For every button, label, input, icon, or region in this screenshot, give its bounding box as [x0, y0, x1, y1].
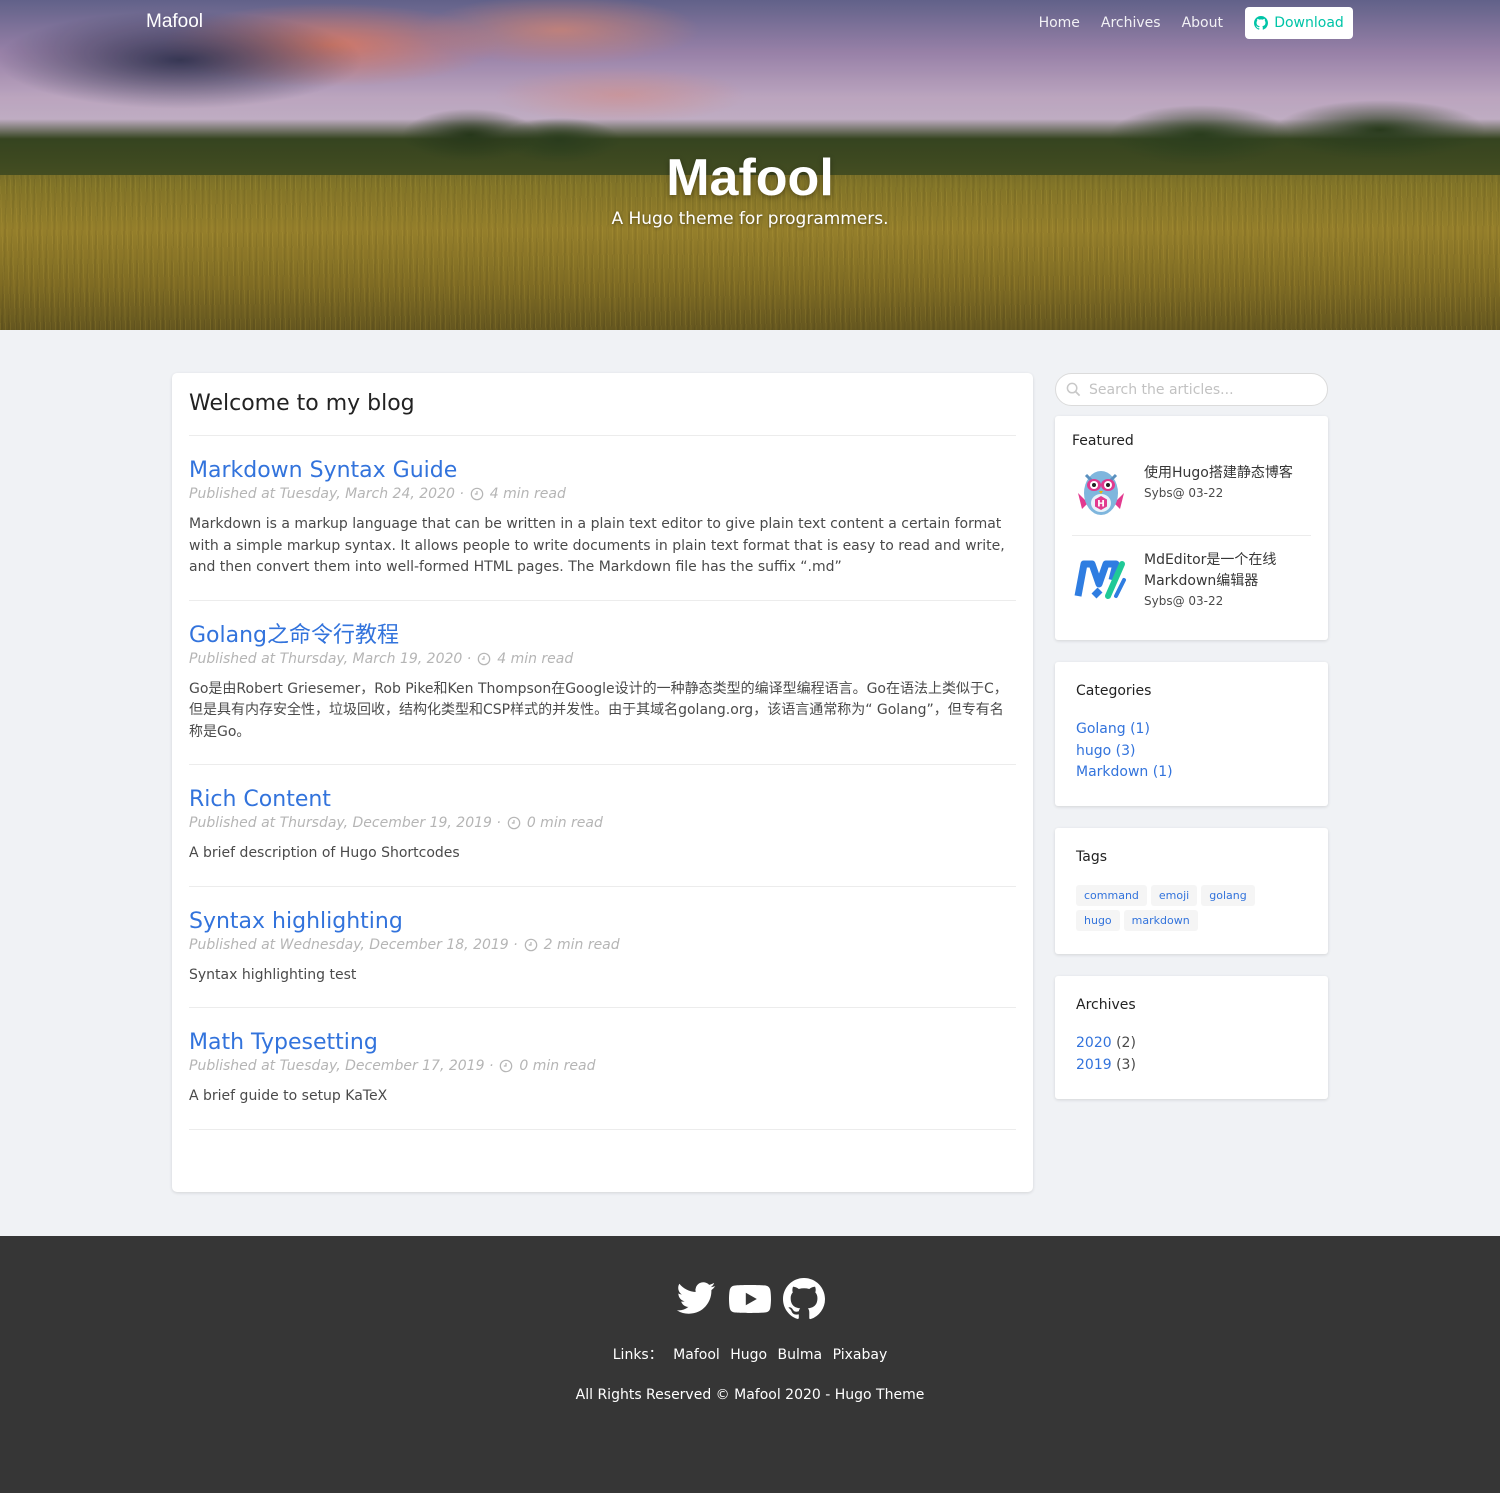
post-title-link[interactable]: Math Typesetting: [189, 1030, 1016, 1056]
nav-link-archives[interactable]: Archives: [1101, 15, 1161, 31]
post-date: Published at Wednesday, December 18, 201…: [189, 936, 518, 953]
tag-pill[interactable]: markdown: [1123, 910, 1198, 931]
footer-link[interactable]: Hugo: [730, 1347, 767, 1363]
search-input[interactable]: [1089, 381, 1309, 398]
social-links: [0, 1278, 1500, 1320]
post-item: Math Typesetting Published at Tuesday, D…: [189, 1008, 1016, 1130]
top-navbar: Mafool Home Archives About Download: [0, 0, 1500, 46]
archive-year-link[interactable]: 2019: [1076, 1057, 1112, 1073]
post-excerpt: A brief guide to setup KaTeX: [189, 1088, 388, 1104]
post-item: Markdown Syntax Guide Published at Tuesd…: [189, 436, 1016, 601]
post-list-card: Welcome to my blog Markdown Syntax Guide…: [172, 373, 1033, 1192]
post-meta: Published at Thursday, March 19, 2020 · …: [189, 651, 1016, 667]
featured-title: Featured: [1072, 433, 1134, 449]
clock-icon: [500, 1059, 513, 1073]
post-item: Rich Content Published at Thursday, Dece…: [189, 765, 1016, 887]
search-icon: [1066, 382, 1081, 397]
category-link[interactable]: hugo (3): [1076, 741, 1307, 763]
twitter-icon[interactable]: [674, 1278, 718, 1320]
hero-banner: Mafool Home Archives About Download Mafo…: [0, 0, 1500, 330]
post-meta: Published at Wednesday, December 18, 201…: [189, 937, 1016, 953]
post-title-link[interactable]: Syntax highlighting: [189, 909, 1016, 935]
post-meta: Published at Tuesday, December 17, 2019 …: [189, 1058, 1016, 1074]
github-icon: [1254, 16, 1269, 30]
tag-cloud: command emoji golang hugo markdown: [1076, 885, 1296, 931]
archive-year-link[interactable]: 2020: [1076, 1035, 1112, 1051]
hero-subtitle: A Hugo theme for programmers.: [611, 209, 889, 229]
post-date: Published at Thursday, December 19, 2019…: [189, 815, 501, 831]
post-read-time: 0 min read: [526, 815, 603, 831]
nav-links: Home Archives About: [1039, 15, 1223, 31]
post-read-time: 4 min read: [497, 650, 574, 667]
archive-count: (2): [1111, 1035, 1136, 1051]
post-excerpt: Go是由Robert Griesemer，Rob Pike和Ken Thomps…: [189, 680, 1008, 740]
post-read-time: 4 min read: [489, 486, 566, 502]
categories-title: Categories: [1076, 683, 1152, 699]
tag-pill[interactable]: emoji: [1150, 885, 1198, 906]
footer-links: Links： Mafool Hugo Bulma Pixabay: [0, 1344, 1500, 1364]
post-meta: Published at Thursday, December 19, 2019…: [189, 815, 1016, 831]
featured-item[interactable]: MdEditor是一个在线Markdown编辑器 Sybs@ 03-22: [1072, 535, 1311, 622]
brand-logo[interactable]: Mafool: [146, 11, 203, 33]
clock-icon: [507, 816, 521, 830]
search-box: [1055, 373, 1328, 406]
archive-count: (3): [1111, 1056, 1136, 1073]
archive-item: 2019 (3): [1076, 1055, 1307, 1077]
featured-item-title[interactable]: 使用Hugo搭建静态博客: [1144, 463, 1293, 484]
copyright-text: All Rights Reserved © Mafool 2020 - Hugo…: [575, 1387, 925, 1403]
post-title-link[interactable]: Rich Content: [189, 787, 1016, 813]
category-link[interactable]: Golang (1): [1076, 719, 1307, 741]
tag-pill[interactable]: command: [1076, 885, 1147, 906]
svg-text:H: H: [1097, 500, 1105, 510]
post-item: Golang之命令行教程 Published at Thursday, Marc…: [189, 601, 1016, 765]
post-excerpt: Markdown is a markup language that can b…: [189, 516, 1005, 575]
featured-card: Featured H 使用Hugo搭建静态博客 Sybs@ 03-22 MdEd…: [1055, 416, 1328, 640]
archives-title: Archives: [1076, 997, 1136, 1013]
tags-card: Tags command emoji golang hugo markdown: [1055, 828, 1328, 954]
hero-title: Mafool: [666, 149, 834, 207]
archive-list: 2020 (2) 2019 (3): [1076, 1033, 1307, 1076]
post-excerpt: A brief description of Hugo Shortcodes: [189, 845, 460, 861]
category-link[interactable]: Markdown (1): [1076, 762, 1307, 784]
featured-item[interactable]: H 使用Hugo搭建静态博客 Sybs@ 03-22: [1072, 449, 1311, 535]
mdeditor-logo-icon: [1074, 560, 1126, 599]
post-read-time: 0 min read: [519, 1058, 596, 1074]
post-item: Syntax highlighting Published at Wednesd…: [189, 887, 1016, 1008]
post-date: Published at Tuesday, March 24, 2020 ·: [189, 486, 464, 502]
category-list: Golang (1) hugo (3) Markdown (1): [1076, 719, 1307, 784]
hugo-mascot-icon: H: [1078, 471, 1124, 515]
nav-link-about[interactable]: About: [1182, 15, 1223, 31]
featured-item-title[interactable]: MdEditor是一个在线Markdown编辑器: [1144, 550, 1311, 592]
post-date: Published at Tuesday, December 17, 2019 …: [189, 1058, 494, 1074]
archive-item: 2020 (2): [1076, 1033, 1307, 1055]
clock-icon: [477, 652, 491, 665]
page-title: Welcome to my blog: [189, 373, 1016, 436]
post-title-link[interactable]: Golang之命令行教程: [189, 623, 1016, 649]
featured-item-meta: Sybs@ 03-22: [1144, 486, 1224, 500]
clock-icon: [470, 487, 484, 501]
footer-links-label: Links：: [612, 1347, 663, 1363]
featured-item-meta: Sybs@ 03-22: [1144, 594, 1224, 608]
footer-link[interactable]: Bulma: [778, 1347, 823, 1363]
tag-pill[interactable]: golang: [1201, 885, 1255, 906]
post-excerpt: Syntax highlighting test: [189, 966, 357, 983]
post-read-time: 2 min read: [543, 936, 620, 953]
footer: Links： Mafool Hugo Bulma Pixabay All Rig…: [0, 1236, 1500, 1493]
categories-card: Categories Golang (1) hugo (3) Markdown …: [1055, 662, 1328, 806]
post-date: Published at Thursday, March 19, 2020 ·: [189, 650, 472, 667]
download-label: Download: [1274, 15, 1344, 31]
clock-icon: [524, 938, 537, 951]
nav-link-home[interactable]: Home: [1039, 15, 1080, 31]
tags-title: Tags: [1076, 849, 1107, 865]
tag-pill[interactable]: hugo: [1076, 910, 1120, 931]
archives-card: Archives 2020 (2) 2019 (3): [1055, 976, 1328, 1099]
footer-link[interactable]: Mafool: [673, 1347, 720, 1363]
post-title-link[interactable]: Markdown Syntax Guide: [189, 458, 1016, 484]
footer-link[interactable]: Pixabay: [833, 1347, 888, 1363]
post-meta: Published at Tuesday, March 24, 2020 · 4…: [189, 486, 1016, 502]
github-icon[interactable]: [782, 1278, 826, 1320]
download-button[interactable]: Download: [1245, 7, 1353, 39]
youtube-icon[interactable]: [728, 1278, 772, 1320]
